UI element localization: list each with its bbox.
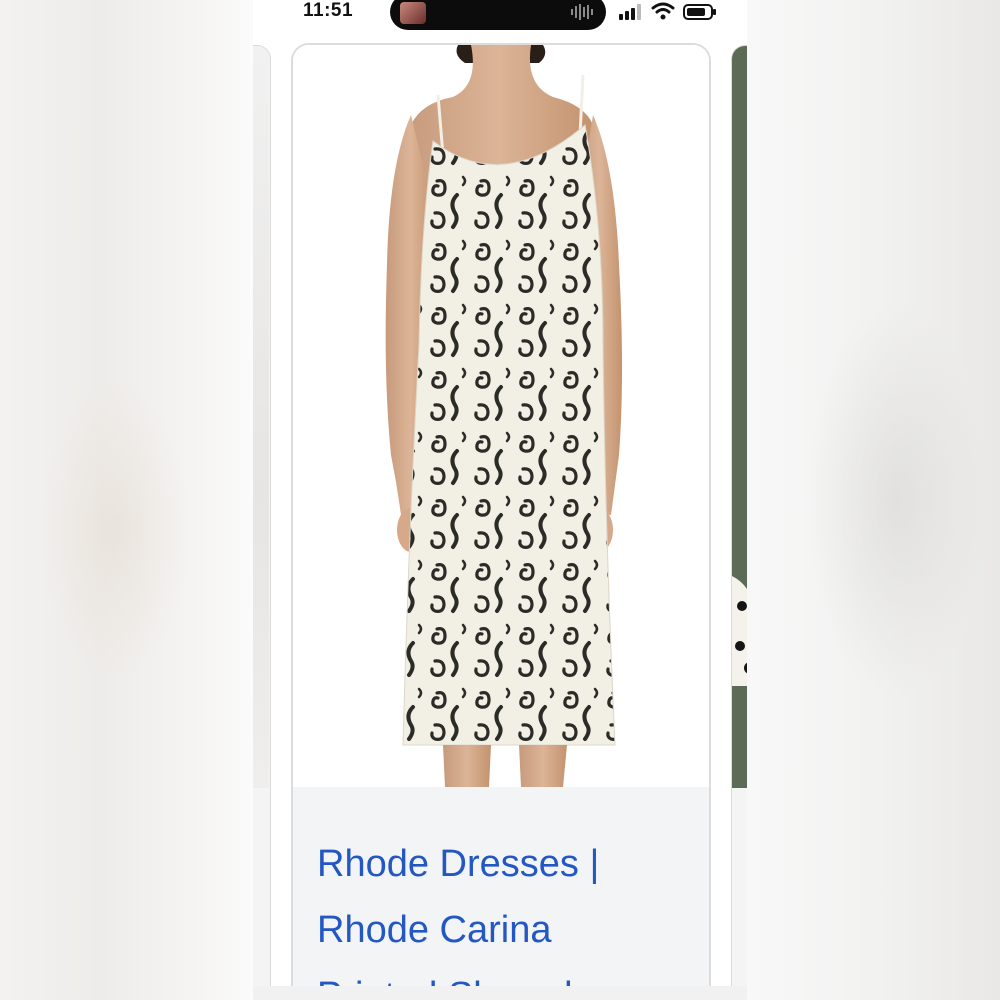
- signal-icon: [619, 4, 641, 20]
- audio-wave-icon: [571, 4, 593, 20]
- blurred-background-left: [0, 0, 253, 1000]
- listing-image[interactable]: [293, 45, 709, 787]
- next-listing-thumbnail-detail: [732, 576, 747, 686]
- status-bar: 11:51: [253, 0, 747, 34]
- wifi-icon: [651, 2, 675, 20]
- listing-card[interactable]: Rhode Dresses | Rhode Carina Printed Sle…: [291, 43, 711, 1000]
- dynamic-island[interactable]: [390, 0, 606, 30]
- bottom-edge: [253, 986, 747, 1000]
- blurred-background-right: [747, 0, 1000, 1000]
- status-icons: [619, 2, 719, 22]
- listing-title-link[interactable]: Rhode Dresses | Rhode Carina Printed Sle…: [317, 831, 647, 1000]
- next-listing-card[interactable]: [731, 45, 747, 1000]
- previous-listing-card[interactable]: [253, 45, 271, 1000]
- status-time: 11:51: [303, 0, 354, 21]
- listing-details: Rhode Dresses | Rhode Carina Printed Sle…: [293, 787, 709, 1000]
- battery-icon: [683, 4, 716, 20]
- now-playing-thumbnail: [400, 2, 426, 24]
- dress-photo: [293, 45, 709, 787]
- previous-listing-image: [253, 46, 269, 788]
- phone-screen: 11:51 Rhode Dresses | Rhode Carina: [253, 0, 747, 1000]
